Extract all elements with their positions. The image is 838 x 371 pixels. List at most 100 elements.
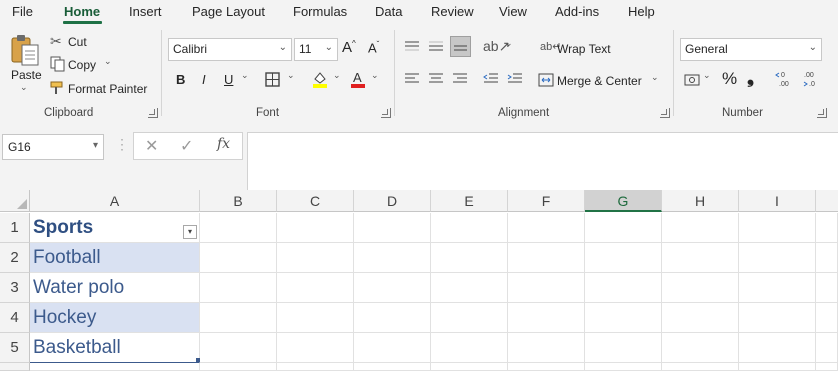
grid-cell[interactable] (739, 243, 816, 273)
percent-style-button[interactable]: % (722, 69, 737, 89)
row-header-6[interactable] (0, 363, 30, 371)
tab-formulas[interactable]: Formulas (293, 4, 347, 19)
increase-indent-icon[interactable] (507, 72, 523, 86)
merge-center-button[interactable]: Merge & Center (557, 74, 642, 88)
table-cell[interactable]: Water polo (30, 273, 200, 303)
grid-cell[interactable] (277, 303, 354, 333)
grid-cell[interactable] (662, 243, 739, 273)
grid-cell[interactable] (816, 273, 838, 303)
table-cell[interactable]: Football (30, 243, 200, 273)
copy-button[interactable]: Copy (68, 58, 96, 72)
fill-color-chevron-down-icon[interactable]: ⌄ (333, 70, 341, 81)
paste-chevron-down-icon[interactable]: ⌄ (20, 82, 28, 93)
grid-cell[interactable] (354, 363, 431, 371)
grid-cell[interactable] (508, 243, 585, 273)
tab-data[interactable]: Data (375, 4, 402, 19)
row-header-5[interactable]: 5 (0, 333, 30, 363)
grid-cell[interactable] (277, 213, 354, 243)
align-bottom-icon[interactable] (450, 36, 471, 57)
grid-cell[interactable] (816, 333, 838, 363)
grid-cell[interactable] (431, 303, 508, 333)
grid-cell[interactable] (354, 303, 431, 333)
grid-cell[interactable] (277, 363, 354, 371)
grid-cell[interactable] (508, 213, 585, 243)
grid-cell[interactable] (585, 363, 662, 371)
decrease-font-size-icon[interactable]: Aˇ (368, 40, 379, 55)
grid-cell[interactable] (431, 273, 508, 303)
decrease-indent-icon[interactable] (483, 72, 499, 86)
alignment-launcher-icon[interactable] (660, 108, 670, 118)
grid-cell[interactable] (354, 333, 431, 363)
cancel-icon[interactable]: ✕ (145, 136, 158, 156)
column-header-e[interactable]: E (431, 190, 508, 212)
number-launcher-icon[interactable] (817, 108, 827, 118)
tab-view[interactable]: View (499, 4, 527, 19)
grid-cell[interactable] (739, 273, 816, 303)
underline-chevron-down-icon[interactable]: ⌄ (241, 70, 249, 81)
insert-function-icon[interactable]: fx (217, 136, 230, 152)
align-top-icon[interactable] (404, 40, 420, 54)
grid-cell[interactable] (30, 363, 200, 371)
merge-chevron-down-icon[interactable]: ⌄ (651, 72, 659, 83)
grid-cell[interactable] (739, 363, 816, 371)
bold-button[interactable]: B (176, 72, 185, 87)
grid-cell[interactable] (816, 243, 838, 273)
grid-cell[interactable] (200, 303, 277, 333)
column-header-a[interactable]: A (30, 190, 200, 212)
column-header-f[interactable]: F (508, 190, 585, 212)
number-format-select[interactable]: General ⌄ (680, 38, 822, 61)
column-header-h[interactable]: H (662, 190, 739, 212)
orientation-chevron-down-icon[interactable]: ⌄ (505, 38, 513, 49)
copy-chevron-down-icon[interactable]: ⌄ (104, 56, 112, 67)
align-right-icon[interactable] (452, 72, 468, 86)
grid-cell[interactable] (739, 213, 816, 243)
accounting-chevron-down-icon[interactable]: ⌄ (703, 70, 711, 81)
column-header-c[interactable]: C (277, 190, 354, 212)
fill-color-icon[interactable] (312, 70, 328, 88)
paste-button[interactable]: Paste (11, 68, 42, 82)
grid-cell[interactable] (508, 273, 585, 303)
clipboard-launcher-icon[interactable] (148, 108, 158, 118)
column-header-next[interactable] (816, 190, 838, 212)
comma-style-button[interactable]: ❟ (747, 67, 754, 88)
font-color-chevron-down-icon[interactable]: ⌄ (371, 70, 379, 81)
decrease-decimal-icon[interactable]: .00.0 (800, 69, 820, 89)
align-left-icon[interactable] (404, 72, 420, 86)
grid-cell[interactable] (200, 333, 277, 363)
grid-cell[interactable] (508, 303, 585, 333)
borders-chevron-down-icon[interactable]: ⌄ (287, 70, 295, 81)
tab-file[interactable]: File (12, 4, 33, 19)
borders-icon[interactable] (265, 72, 280, 87)
grid-cell[interactable] (585, 213, 662, 243)
grid-cell[interactable] (739, 333, 816, 363)
wrap-text-button[interactable]: Wrap Text (557, 42, 611, 56)
align-center-icon[interactable] (428, 72, 444, 86)
font-color-icon[interactable]: A (350, 70, 366, 88)
row-header-1[interactable]: 1 (0, 213, 30, 243)
enter-check-icon[interactable]: ✓ (180, 136, 193, 156)
grid-cell[interactable] (354, 213, 431, 243)
grid-cell[interactable] (354, 273, 431, 303)
font-family-select[interactable]: Calibri ⌄ (168, 38, 292, 61)
italic-button[interactable]: I (202, 72, 206, 87)
tab-insert[interactable]: Insert (129, 4, 162, 19)
row-header-4[interactable]: 4 (0, 303, 30, 333)
grid-cell[interactable] (662, 213, 739, 243)
tab-add-ins[interactable]: Add-ins (555, 4, 599, 19)
grid-cell[interactable] (739, 303, 816, 333)
grid-cell[interactable] (585, 333, 662, 363)
grid-cell[interactable] (200, 363, 277, 371)
grid-cell[interactable] (816, 213, 838, 243)
increase-decimal-icon[interactable]: 0.00 (775, 69, 795, 89)
grid-cell[interactable] (585, 303, 662, 333)
grid-cell[interactable] (277, 333, 354, 363)
grid-cell[interactable] (431, 333, 508, 363)
grid-cell[interactable] (508, 363, 585, 371)
cut-button[interactable]: Cut (68, 35, 87, 49)
grid-cell[interactable] (431, 213, 508, 243)
select-all-corner[interactable] (0, 190, 30, 212)
table-cell[interactable]: Basketball (30, 333, 200, 363)
grid-cell[interactable] (585, 273, 662, 303)
table-cell[interactable]: Hockey (30, 303, 200, 333)
grid-cell[interactable] (662, 333, 739, 363)
